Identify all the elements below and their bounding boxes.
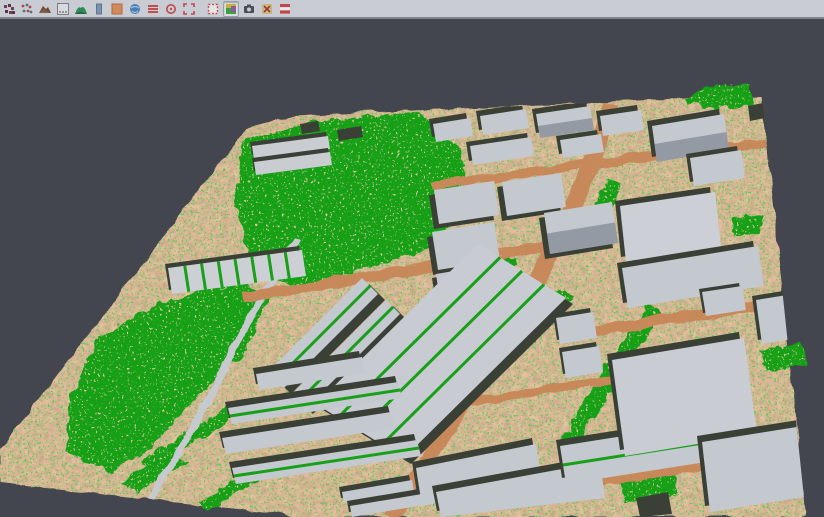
profile-column-button[interactable] <box>91 1 107 17</box>
vegetation-hill-button[interactable] <box>73 1 89 17</box>
flag-stripes-icon <box>279 3 291 15</box>
ortho-image-button[interactable] <box>109 1 125 17</box>
classified-points-icon <box>21 3 33 15</box>
camera-view-button[interactable] <box>241 1 257 17</box>
contour-dots-icon <box>57 3 69 15</box>
globe-3d-button[interactable] <box>127 1 143 17</box>
globe-3d-icon <box>129 3 141 15</box>
measure-cross-button[interactable] <box>259 1 275 17</box>
building-shadow <box>770 156 820 202</box>
intensity-stripes-button[interactable] <box>145 1 161 17</box>
measure-cross-icon <box>261 3 273 15</box>
camera-view-icon <box>243 3 255 15</box>
vegetation-hill-icon <box>75 3 87 15</box>
ortho-image-icon <box>111 3 123 15</box>
point-cloud-button[interactable] <box>1 1 17 17</box>
toolbar <box>0 0 824 19</box>
flag-stripes-button[interactable] <box>277 1 293 17</box>
extent-brackets-icon <box>183 3 195 15</box>
terrain-mound-icon <box>39 3 51 15</box>
point-cloud-icon <box>3 3 15 15</box>
profile-column-icon <box>93 3 105 15</box>
clip-box-button[interactable] <box>205 1 221 17</box>
contour-dots-button[interactable] <box>55 1 71 17</box>
point-cloud-scene <box>0 21 824 517</box>
classification-palette-button[interactable] <box>223 1 239 17</box>
terrain-mound-button[interactable] <box>37 1 53 17</box>
building-roof <box>774 160 824 206</box>
dark-structure <box>778 108 800 126</box>
target-circle-button[interactable] <box>163 1 179 17</box>
extent-brackets-button[interactable] <box>181 1 197 17</box>
classification-palette-icon <box>225 3 237 15</box>
intensity-stripes-icon <box>147 3 159 15</box>
classified-points-button[interactable] <box>19 1 35 17</box>
clip-box-icon <box>207 3 219 15</box>
3d-viewport[interactable] <box>0 21 824 517</box>
application-window <box>0 0 824 517</box>
target-circle-icon <box>165 3 177 15</box>
